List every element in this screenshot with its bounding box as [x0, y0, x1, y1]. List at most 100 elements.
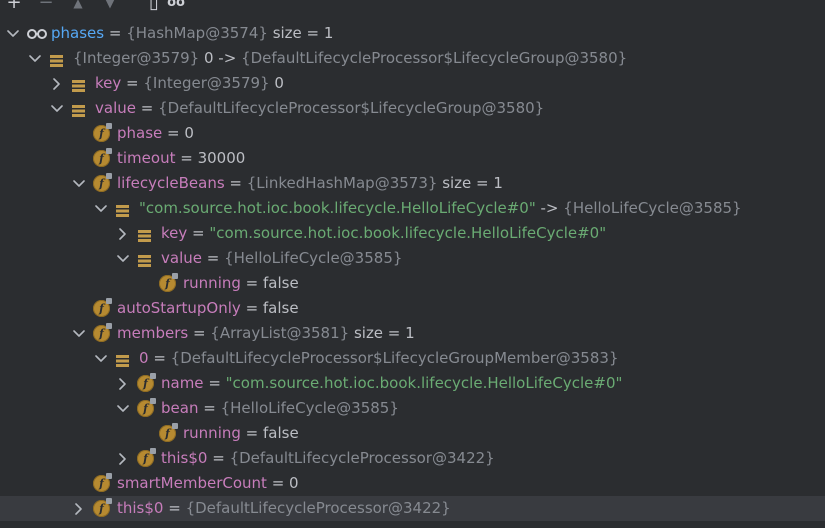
variable-name: members	[117, 324, 189, 342]
variable-name: phases	[51, 24, 105, 42]
tree-row-text: this$0 = {DefaultLifecycleProcessor@3422…	[117, 496, 451, 521]
remove-watch-icon[interactable]: −	[36, 0, 56, 12]
tree-row[interactable]: f bean = {HelloLifeCycle@3585}	[0, 396, 825, 421]
add-watch-icon[interactable]: +	[4, 0, 24, 12]
tree-row[interactable]: phases = {HashMap@3574} size = 1	[0, 21, 825, 46]
move-down-icon[interactable]: ▼	[100, 0, 120, 12]
move-up-icon[interactable]: ▲	[68, 0, 88, 12]
value-suffix: size = 1	[349, 324, 415, 342]
copy-icon[interactable]: ▯	[144, 0, 164, 12]
object-reference: {HashMap@3574}	[126, 24, 268, 42]
tree-row-text: timeout = 30000	[117, 146, 245, 171]
field-icon: f	[137, 373, 156, 392]
equals-sign: =	[203, 374, 226, 392]
equals-sign: =	[121, 74, 144, 92]
variable-value: false	[263, 274, 299, 292]
tree-row-text: value = {DefaultLifecycleProcessor$Lifec…	[95, 96, 544, 121]
field-icon: f	[93, 298, 112, 317]
field-icon: f	[93, 323, 112, 342]
chevron-down-icon[interactable]	[5, 21, 21, 46]
chevron-down-icon[interactable]	[115, 396, 131, 421]
tree-row[interactable]: 0 = {DefaultLifecycleProcessor$Lifecycle…	[0, 346, 825, 371]
field-icon: f	[93, 148, 112, 167]
tree-row[interactable]: f this$0 = {DefaultLifecycleProcessor@342…	[0, 446, 825, 471]
equals-sign: =	[201, 249, 225, 267]
entry-icon	[137, 251, 154, 268]
chevron-right-icon[interactable]	[115, 371, 131, 396]
chevron-right-icon[interactable]	[71, 496, 87, 521]
variable-name: 0	[139, 349, 149, 367]
tree-row[interactable]: f timeout = 30000	[0, 146, 825, 171]
tree-row[interactable]: "com.source.hot.ioc.book.lifecycle.Hello…	[0, 196, 825, 221]
variable-value: 0	[184, 124, 194, 142]
tree-row[interactable]: f phase = 0	[0, 121, 825, 146]
equals-sign: =	[240, 274, 263, 292]
equals-sign: =	[207, 449, 230, 467]
equals-sign: =	[224, 174, 247, 192]
equals-sign: =	[198, 399, 221, 417]
variable-name: smartMemberCount	[117, 474, 267, 492]
tree-row[interactable]: value = {DefaultLifecycleProcessor$Lifec…	[0, 96, 825, 121]
object-reference: {ArrayList@3581}	[210, 324, 350, 342]
tree-row[interactable]: f running = false	[0, 421, 825, 446]
tree-row-text: autoStartupOnly = false	[117, 296, 299, 321]
chevron-down-icon[interactable]	[71, 321, 87, 346]
tree-row[interactable]: key = "com.source.hot.ioc.book.lifecycle…	[0, 221, 825, 246]
tree-row[interactable]: key = {Integer@3579} 0	[0, 71, 825, 96]
lock-icon	[150, 373, 156, 379]
entry-icon	[71, 101, 88, 118]
chevron-right-icon[interactable]	[115, 221, 131, 246]
chevron-down-icon[interactable]	[49, 96, 65, 121]
chevron-down-icon[interactable]	[93, 346, 109, 371]
tree-row[interactable]: f autoStartupOnly = false	[0, 296, 825, 321]
tree-row[interactable]: f members = {ArrayList@3581} size = 1	[0, 321, 825, 346]
object-reference: {DefaultLifecycleProcessor$LifecycleGrou…	[158, 99, 545, 117]
chevron-right-icon[interactable]	[115, 446, 131, 471]
glasses-icon[interactable]: oo	[166, 0, 186, 12]
field-icon: f	[159, 273, 178, 292]
debugger-toolbar: + − ▲ ▼ ▯ oo	[0, 0, 825, 14]
variable-name: this$0	[161, 449, 208, 467]
field-icon: f	[93, 473, 112, 492]
object-reference: {HelloLifeCycle@3585}	[220, 399, 399, 417]
field-icon: f	[137, 398, 156, 417]
lock-icon	[172, 273, 178, 279]
chevron-down-icon[interactable]	[71, 171, 87, 196]
entry-icon	[115, 201, 132, 218]
string-value: "com.source.hot.ioc.book.lifecycle.Hello…	[209, 224, 607, 242]
variable-name: phase	[117, 124, 163, 142]
tree-row-text: lifecycleBeans = {LinkedHashMap@3573} si…	[117, 171, 503, 196]
tree-row[interactable]: f smartMemberCount = 0	[0, 471, 825, 496]
field-icon: f	[93, 173, 112, 192]
lock-icon	[172, 423, 178, 429]
tree-row-text: phases = {HashMap@3574} size = 1	[51, 21, 333, 46]
entry-icon	[49, 51, 66, 68]
tree-row-text: this$0 = {DefaultLifecycleProcessor@3422…	[161, 446, 495, 471]
tree-row[interactable]: f running = false	[0, 271, 825, 296]
tree-row[interactable]: {Integer@3579} 0 -> {DefaultLifecyclePro…	[0, 46, 825, 71]
chevron-down-icon[interactable]	[115, 246, 131, 271]
tree-row[interactable]: value = {HelloLifeCycle@3585}	[0, 246, 825, 271]
variable-name: timeout	[117, 149, 176, 167]
chevron-down-icon[interactable]	[93, 196, 109, 221]
tree-row[interactable]: f name = "com.source.hot.ioc.book.lifecyc…	[0, 371, 825, 396]
tree-row-text: bean = {HelloLifeCycle@3585}	[161, 396, 399, 421]
chevron-down-icon[interactable]	[27, 46, 43, 71]
tree-row[interactable]: f this$0 = {DefaultLifecycleProcessor@342…	[0, 496, 825, 521]
field-icon: f	[93, 123, 112, 142]
equals-sign: =	[104, 24, 127, 42]
equals-sign: =	[240, 424, 263, 442]
value-suffix: size = 1	[437, 174, 503, 192]
object-reference: {HelloLifeCycle@3585}	[224, 249, 403, 267]
lock-icon	[150, 448, 156, 454]
value-suffix: 0	[269, 74, 284, 92]
tree-row[interactable]: f lifecycleBeans = {LinkedHashMap@3573} s…	[0, 171, 825, 196]
object-reference: {DefaultLifecycleProcessor@3422}	[229, 449, 495, 467]
equals-sign: =	[175, 149, 198, 167]
chevron-right-icon[interactable]	[49, 71, 65, 96]
equals-sign: =	[240, 299, 263, 317]
object-reference: {Integer@3579}	[143, 74, 270, 92]
variable-value: false	[263, 424, 299, 442]
equals-sign: =	[163, 499, 186, 517]
variable-value: 30000	[197, 149, 246, 167]
